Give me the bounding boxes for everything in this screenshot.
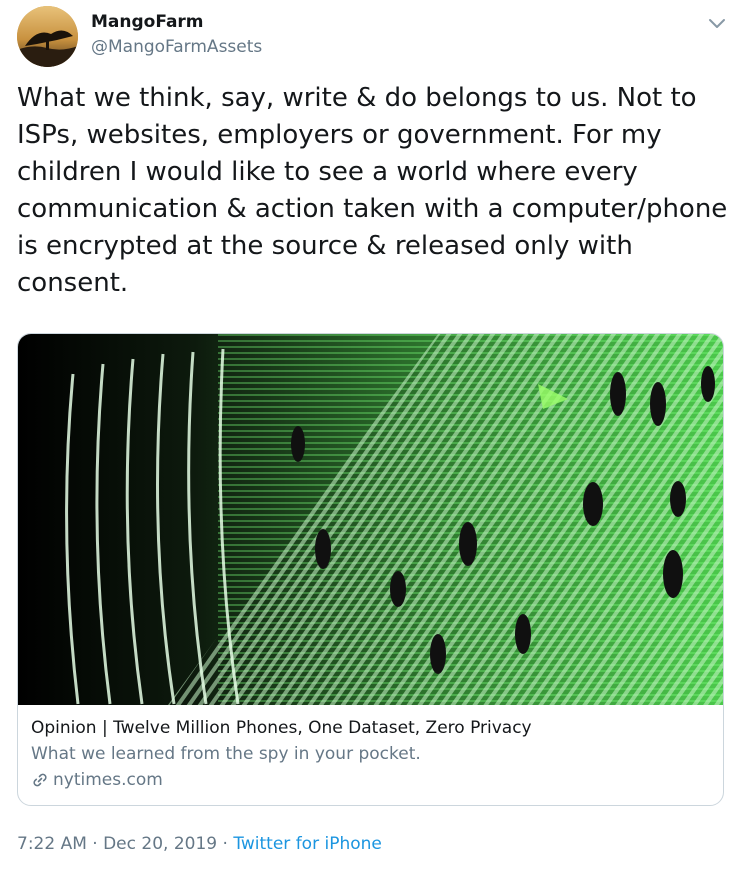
source-link[interactable]: Twitter for iPhone <box>233 834 382 854</box>
avatar[interactable] <box>17 6 78 67</box>
display-name[interactable]: MangoFarm <box>91 12 204 32</box>
link-icon <box>33 773 47 787</box>
tweet-text: What we think, say, write & do belongs t… <box>17 83 728 298</box>
card-image[interactable] <box>18 334 724 705</box>
meta-separator: · <box>217 834 234 854</box>
card-domain-link[interactable]: nytimes.com <box>31 770 163 790</box>
tweet-meta: 7:22 AM · Dec 20, 2019 · Twitter for iPh… <box>17 834 382 854</box>
user-handle[interactable]: @MangoFarmAssets <box>91 37 262 57</box>
card-domain: nytimes.com <box>53 770 163 790</box>
avatar-image <box>17 6 78 67</box>
card-title[interactable]: Opinion | Twelve Million Phones, One Dat… <box>31 718 532 738</box>
chevron-down-icon[interactable] <box>706 12 728 34</box>
card-description: What we learned from the spy in your poc… <box>31 744 421 764</box>
link-card[interactable]: Opinion | Twelve Million Phones, One Dat… <box>17 333 724 806</box>
timestamp[interactable]: 7:22 AM · Dec 20, 2019 <box>17 834 217 854</box>
